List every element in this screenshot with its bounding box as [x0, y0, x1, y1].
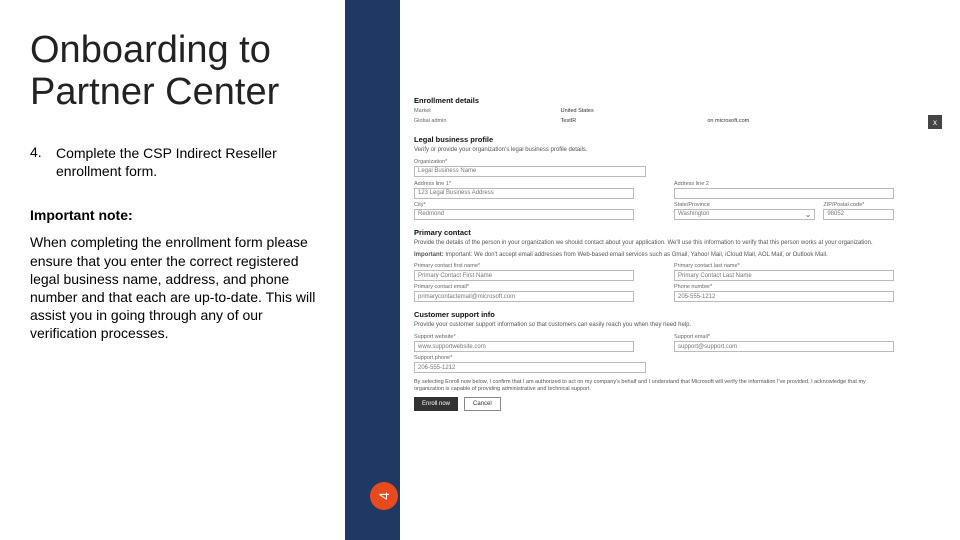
note-body: When completing the enrollment form plea…: [30, 233, 325, 342]
zip-input[interactable]: 98052: [823, 209, 894, 220]
section-enrollment-details: Enrollment details: [414, 96, 948, 105]
city-input[interactable]: Redmond: [414, 209, 634, 220]
enrollment-form-screenshot: Enrollment details Market United States …: [400, 0, 960, 540]
pc-first-label: Primary contact first name*: [414, 263, 634, 269]
address1-label: Address line 1*: [414, 181, 634, 187]
market-value: United States: [561, 108, 628, 114]
step-text: Complete the CSP Indirect Reseller enrol…: [56, 144, 325, 182]
section-legal-profile: Legal business profile: [414, 135, 948, 144]
pc-phone-label: Phone number*: [674, 284, 894, 290]
state-select[interactable]: Washington: [674, 209, 815, 220]
admin-email: on microsoft.com: [707, 118, 774, 124]
address2-label: Address line 2: [674, 181, 894, 187]
pc-phone-input[interactable]: 205-555-1212: [674, 291, 894, 302]
cancel-button[interactable]: Cancel: [464, 397, 501, 411]
pc-email-label: Primary contact email*: [414, 284, 634, 290]
support-email-label: Support email*: [674, 334, 894, 340]
city-label: City*: [414, 202, 634, 208]
admin-value: TestIR: [561, 118, 628, 124]
support-website-input[interactable]: www.supportwebsite.com: [414, 341, 634, 352]
section-support-info: Customer support info: [414, 310, 948, 319]
support-email-input[interactable]: support@support.com: [674, 341, 894, 352]
pc-last-label: Primary contact last name*: [674, 263, 894, 269]
address1-input[interactable]: 123 Legal Business Address: [414, 188, 634, 199]
support-subtext: Provide your customer support informatio…: [414, 322, 948, 330]
pc-first-input[interactable]: Primary Contact First Name: [414, 270, 634, 281]
state-label: State/Province: [674, 202, 815, 208]
primary-contact-important-text: Important: We don't accept email address…: [445, 252, 827, 258]
market-label: Market: [414, 108, 481, 114]
slide-title: Onboarding to Partner Center: [30, 30, 325, 114]
primary-contact-important: Important: Important: We don't accept em…: [414, 252, 948, 260]
admin-label: Global admin: [414, 118, 481, 124]
step-number: 4.: [30, 144, 44, 182]
support-phone-label: Support phone*: [414, 355, 646, 361]
page-number-badge: 4: [370, 482, 398, 510]
support-website-label: Support website*: [414, 334, 634, 340]
section-primary-contact: Primary contact: [414, 228, 948, 237]
state-value: Washington: [678, 211, 709, 217]
close-icon[interactable]: x: [928, 115, 942, 129]
disclaimer-text: By selecting Enroll now below, I confirm…: [414, 379, 894, 393]
organization-input[interactable]: Legal Business Name: [414, 166, 646, 177]
support-phone-input[interactable]: 206-555-1212: [414, 362, 646, 373]
legal-profile-subtext: Verify or provide your organization's le…: [414, 147, 948, 155]
divider-band: [345, 0, 400, 540]
pc-last-input[interactable]: Primary Contact Last Name: [674, 270, 894, 281]
organization-label: Organization*: [414, 159, 948, 165]
note-heading: Important note:: [30, 207, 325, 223]
primary-contact-subtext: Provide the details of the person in you…: [414, 240, 948, 248]
zip-label: ZIP/Postal code*: [823, 202, 894, 208]
address2-input[interactable]: [674, 188, 894, 199]
enroll-now-button[interactable]: Enroll now: [414, 397, 458, 411]
pc-email-input[interactable]: primarycontactemail@microsoft.com: [414, 291, 634, 302]
